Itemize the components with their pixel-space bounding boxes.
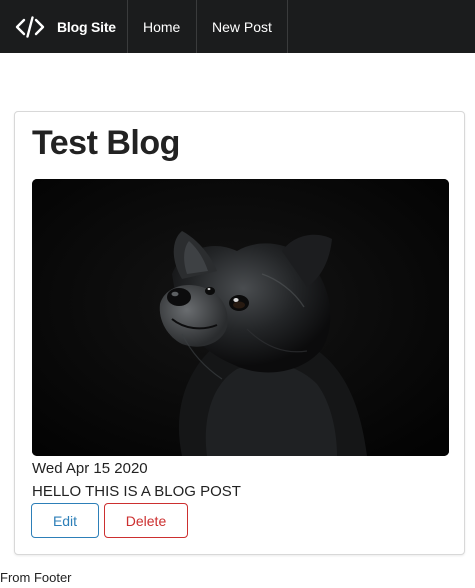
nav-new-post-link[interactable]: New Post [197,0,288,53]
footer-text: From Footer [0,570,72,585]
post-card: Test Blog Wed Apr 15 2020 HELLO THIS IS … [14,111,465,555]
post-date: Wed Apr 15 2020 [32,460,148,477]
post-body: HELLO THIS IS A BLOG POST [32,483,241,500]
edit-button[interactable]: Edit [31,503,99,538]
brand-label: Blog Site [57,18,116,35]
post-image [32,179,449,456]
delete-button[interactable]: Delete [104,503,188,538]
top-navbar: Blog Site Home New Post [0,0,475,53]
post-title: Test Blog [32,124,180,162]
code-icon [15,15,45,38]
brand-link[interactable]: Blog Site [0,0,128,53]
nav-home-link[interactable]: Home [128,0,197,53]
